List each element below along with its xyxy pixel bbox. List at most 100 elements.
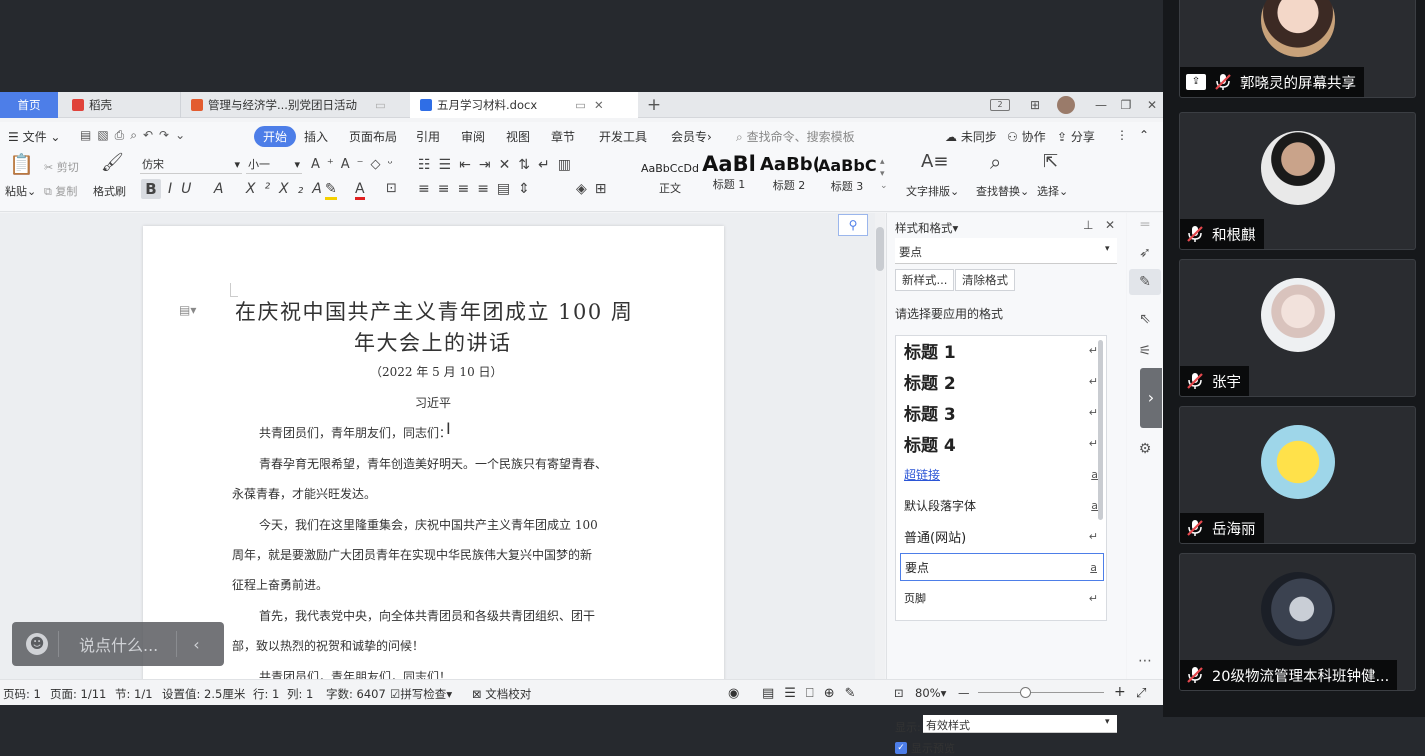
grid-icon[interactable]: ⊞ (1027, 97, 1043, 113)
style-list-scrollbar[interactable] (1098, 340, 1103, 520)
doc-attribute-icon[interactable]: ▤▾ (179, 303, 196, 317)
status-words[interactable]: 字数: 6407 (326, 686, 386, 702)
menu-insert[interactable]: 插入 (304, 128, 328, 145)
find-replace-button[interactable]: 查找替换⌄ (976, 183, 1029, 199)
eye-protect-icon[interactable]: ◉ (728, 686, 739, 701)
status-setting[interactable]: 设置值: 2.5厘米 (162, 686, 245, 702)
zoom-level[interactable]: 80%▾ (915, 686, 946, 700)
highlight-icon[interactable]: ✎ (325, 181, 337, 200)
menu-review[interactable]: 审阅 (461, 128, 485, 145)
text-layout-icon[interactable]: A≡ (921, 153, 948, 171)
emoji-icon[interactable]: ☻ (26, 633, 48, 655)
panel-title[interactable]: 样式和格式▾ (895, 220, 958, 236)
fit-page-icon[interactable]: ⊡ (894, 686, 904, 700)
quick-access-icons[interactable]: ▤▧⎙⌕↶↷⌄ (80, 128, 191, 143)
document-area[interactable]: ▤▾ 在庆祝中国共产主义青年团成立 100 周 年大会上的讲话 （2022 年 … (0, 213, 875, 679)
select-object-icon[interactable]: ⇖ (1137, 311, 1153, 327)
style-item-heading4[interactable]: 标题 4 ↵ (900, 429, 1104, 457)
participant-card[interactable]: 20级物流管理本科班钟健... (1179, 553, 1416, 691)
menu-file[interactable]: ☰ 文件 ⌄ (8, 128, 60, 145)
chevron-left-icon[interactable]: ‹ (193, 635, 199, 654)
style-item-footer[interactable]: 页脚 ↵ (900, 584, 1104, 612)
close-window-icon[interactable]: ✕ (1144, 97, 1160, 113)
zoom-slider[interactable] (978, 692, 1104, 693)
layout-icon[interactable]: 2 (990, 99, 1010, 111)
new-tab-icon[interactable]: + (646, 97, 662, 114)
text-format-icons[interactable]: IU A X²X₂A (168, 181, 331, 197)
close-panel-icon[interactable]: ✕ (1105, 218, 1115, 232)
copy-button[interactable]: ⧉ 复制 (44, 183, 77, 199)
char-border-icon[interactable]: ⊡ (386, 181, 397, 197)
collapse-ribbon-icon[interactable]: ⌃ (1139, 128, 1149, 142)
menu-devtools[interactable]: 开发工具 (599, 128, 647, 145)
participant-card[interactable]: ⇪ 郭晓灵的屏幕共享 (1179, 0, 1416, 98)
vertical-scrollbar[interactable] (875, 213, 885, 679)
close-tab-icon[interactable]: ✕ (594, 98, 604, 112)
pin-icon[interactable]: ⊥ (1083, 218, 1093, 232)
font-size-select[interactable]: 小一 ▾ (246, 156, 302, 174)
zoom-out-icon[interactable]: — (958, 686, 970, 700)
fullscreen-icon[interactable]: ⤢ (1136, 686, 1146, 701)
status-pages[interactable]: 页面: 1/11 (50, 686, 106, 702)
font-family-select[interactable]: 仿宋 ▾ (140, 156, 242, 174)
location-pin-icon[interactable]: ⚲ (838, 214, 868, 236)
more-tools-icon[interactable]: ⋯ (1137, 653, 1153, 669)
tab-active-doc[interactable]: 五月学习材料.docx ▭ ✕ (410, 92, 638, 118)
style-heading2[interactable]: AaBb( 标题 2 (760, 150, 818, 194)
magnifier-icon[interactable]: ⌕ (990, 152, 1001, 172)
text-layout-button[interactable]: 文字排版⌄ (906, 183, 959, 199)
panel-toggle-handle[interactable]: › (1140, 368, 1162, 428)
menu-start[interactable]: 开始 (254, 126, 297, 147)
style-item-heading2[interactable]: 标题 2 ↵ (900, 367, 1104, 395)
settings-icon[interactable]: ⚙ (1137, 441, 1153, 457)
rocket-icon[interactable]: ➶ (1137, 245, 1153, 261)
search-command-input[interactable]: ⌕ 查找命令、搜索模板 (736, 128, 855, 145)
cut-button[interactable]: ✂ 剪切 (44, 159, 79, 175)
tab-home[interactable]: 首页 (0, 92, 58, 118)
preview-checkbox[interactable]: ✓ (895, 742, 907, 754)
current-style-select[interactable]: 要点 ▾ (895, 238, 1117, 264)
cursor-icon[interactable]: ⇱ (1043, 153, 1058, 171)
new-style-button[interactable]: 新样式... (895, 269, 955, 291)
pen-style-icon[interactable]: ✎ (1129, 269, 1161, 295)
format-painter-icon[interactable]: 🖌 (101, 154, 124, 172)
paste-button[interactable]: 粘贴⌄ (5, 183, 36, 199)
style-item-normal-web[interactable]: 普通(网站) ↵ (900, 522, 1104, 550)
menu-chapter[interactable]: 章节 (551, 128, 575, 145)
menu-view[interactable]: 视图 (506, 128, 530, 145)
spell-check-button[interactable]: ☑拼写检查▾ (390, 686, 452, 702)
style-heading1[interactable]: AaBl 标题 1 (700, 150, 758, 194)
menu-references[interactable]: 引用 (416, 128, 440, 145)
status-page[interactable]: 页码: 1 (3, 686, 41, 702)
bold-icon[interactable]: B (141, 179, 161, 199)
paste-icon[interactable]: 📋 (9, 154, 34, 174)
status-section[interactable]: 节: 1/1 (115, 686, 153, 702)
shading-border-icons[interactable]: ◈⊞ (576, 181, 615, 197)
menu-layout[interactable]: 页面布局 (349, 128, 397, 145)
participant-card[interactable]: 张宇 (1179, 259, 1416, 397)
participant-card[interactable]: 岳海丽 (1179, 406, 1416, 544)
style-item-default-font[interactable]: 默认段落字体 a (900, 491, 1104, 519)
format-painter-button[interactable]: 格式刷 (93, 183, 126, 199)
tab-docer[interactable]: 稻壳 (62, 92, 178, 118)
participant-card[interactable]: 和根麒 (1179, 112, 1416, 250)
style-normal[interactable]: AaBbCcDd 正文 (640, 150, 700, 195)
more-icon[interactable]: ⋮ (1116, 128, 1128, 142)
zoom-in-icon[interactable]: + (1114, 684, 1126, 700)
sync-status[interactable]: ☁ 未同步 (945, 128, 997, 145)
chat-input[interactable]: ☻ 说点什么... ‹ (12, 622, 224, 666)
document-page[interactable]: ▤▾ 在庆祝中国共产主义青年团成立 100 周 年大会上的讲话 （2022 年 … (143, 226, 724, 679)
font-color-icon[interactable]: A (355, 181, 365, 200)
user-avatar-icon[interactable] (1057, 96, 1075, 114)
monitor-icon[interactable]: ▭ (575, 98, 586, 112)
show-filter-select[interactable]: 有效样式 ▾ (923, 715, 1117, 733)
style-item-hyperlink[interactable]: 超链接 a (900, 460, 1104, 488)
collab-button[interactable]: ⚇ 协作 (1007, 128, 1046, 145)
paragraph-tools-icons[interactable]: ☷☰⇤⇥✕⇅↵▥ (418, 157, 579, 173)
share-button[interactable]: ⇪ 分享 (1057, 128, 1095, 145)
tab-ppt[interactable]: 管理与经济学...别党团日活动 ▭ (180, 92, 406, 118)
menu-member[interactable]: 会员专› (671, 128, 712, 145)
style-item-heading1[interactable]: 标题 1 ↵ (900, 336, 1104, 364)
scroll-thumb[interactable] (876, 227, 884, 271)
drag-handle-icon[interactable]: ═ (1137, 217, 1153, 233)
